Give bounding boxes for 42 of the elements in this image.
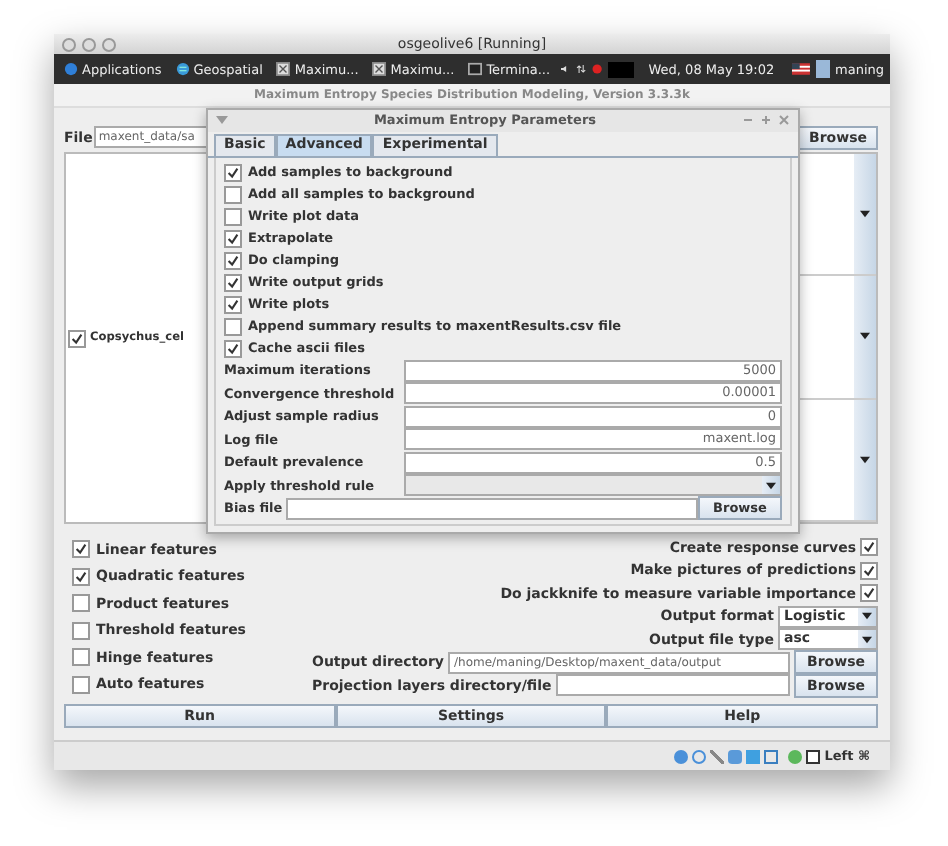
pen-icon[interactable]	[710, 749, 725, 763]
dropdown-arrow-icon	[858, 630, 876, 649]
minimize-icon[interactable]	[82, 37, 96, 51]
checkbox[interactable]	[72, 648, 90, 667]
checkbox[interactable]	[224, 273, 242, 291]
checkbox[interactable]	[224, 229, 242, 247]
close-icon[interactable]	[62, 37, 76, 51]
checkbox[interactable]	[224, 251, 242, 269]
zoom-icon[interactable]	[102, 37, 116, 51]
globe-icon	[175, 62, 190, 76]
checkbox[interactable]	[224, 207, 242, 225]
checkbox[interactable]	[72, 540, 90, 559]
window-icon	[372, 62, 387, 76]
maximize-icon[interactable]	[760, 114, 772, 127]
checkbox[interactable]	[224, 317, 242, 335]
flag-icon[interactable]	[792, 60, 811, 78]
checkbox[interactable]	[224, 163, 242, 181]
dropdown[interactable]	[404, 474, 782, 497]
disc-icon[interactable]	[692, 749, 707, 763]
checkbox[interactable]	[860, 561, 878, 580]
network-arrows-icon[interactable]	[576, 62, 587, 76]
dropdown-arrow-icon	[858, 607, 876, 626]
taskbar-applet	[608, 61, 635, 77]
checkbox[interactable]	[860, 584, 878, 603]
checkbox[interactable]	[72, 621, 90, 640]
checkbox[interactable]	[860, 538, 878, 557]
window-menu-icon[interactable]	[216, 114, 228, 127]
checkbox[interactable]	[224, 295, 242, 313]
checkbox[interactable]	[224, 339, 242, 357]
terminal-icon	[468, 62, 483, 76]
checkbox[interactable]	[72, 594, 90, 613]
speaker-icon[interactable]	[560, 62, 571, 76]
dropdown-arrow-icon	[762, 476, 780, 495]
minimize-icon[interactable]	[742, 114, 754, 127]
checkbox[interactable]	[68, 329, 86, 347]
window-icon	[276, 62, 291, 76]
checkbox[interactable]	[72, 567, 90, 586]
path-field[interactable]	[286, 497, 698, 520]
checkbox[interactable]	[224, 185, 242, 203]
path-field[interactable]	[555, 674, 790, 697]
checkbox[interactable]	[72, 675, 90, 694]
close-icon[interactable]	[778, 114, 790, 127]
